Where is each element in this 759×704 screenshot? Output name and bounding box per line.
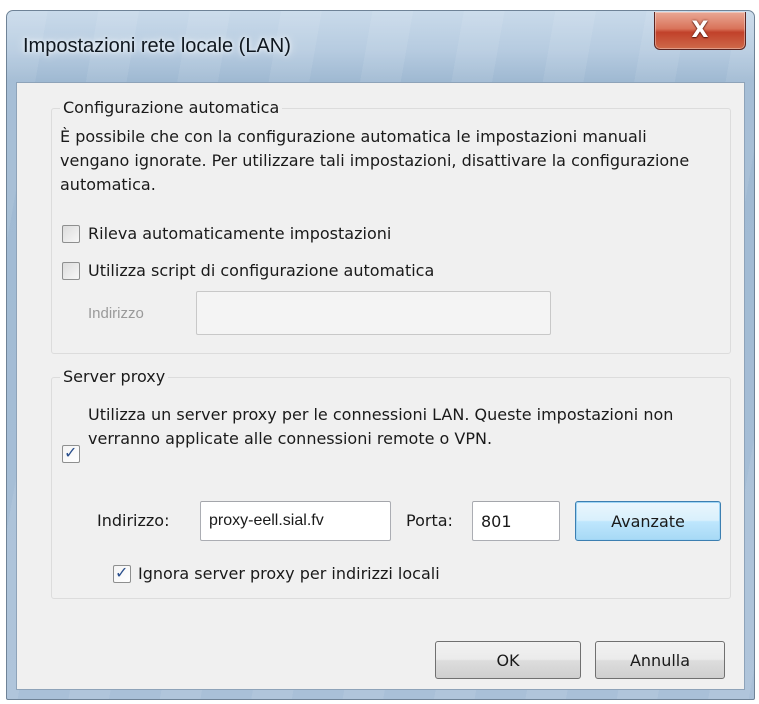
- script-address-input[interactable]: [196, 291, 551, 335]
- detect-settings-label[interactable]: Rileva automaticamente impostazioni: [88, 222, 391, 246]
- use-script-checkbox[interactable]: [62, 262, 80, 280]
- use-script-label[interactable]: Utilizza script di configurazione automa…: [88, 259, 434, 283]
- proxy-port-input[interactable]: 801: [472, 501, 560, 541]
- proxy-address-label: Indirizzo:: [97, 511, 170, 530]
- check-icon: ✓: [64, 443, 78, 462]
- bypass-local-checkbox[interactable]: ✓: [113, 563, 131, 583]
- detect-settings-checkbox[interactable]: [62, 225, 80, 243]
- use-proxy-label[interactable]: Utilizza un server proxy per le connessi…: [88, 403, 708, 451]
- proxy-group-label: Server proxy: [60, 367, 169, 387]
- window-title: Impostazioni rete locale (LAN): [23, 35, 291, 57]
- dialog-content: Configurazione automatica È possibile ch…: [16, 82, 745, 690]
- proxy-address-input[interactable]: proxy-eell.sial.fv: [200, 501, 391, 541]
- check-icon: ✓: [115, 563, 129, 582]
- dialog-window: Impostazioni rete locale (LAN) X Configu…: [6, 10, 755, 700]
- title-bar[interactable]: Impostazioni rete locale (LAN) X: [7, 11, 754, 75]
- close-button[interactable]: X: [654, 12, 746, 50]
- cancel-button[interactable]: Annulla: [595, 641, 725, 679]
- bypass-local-label[interactable]: Ignora server proxy per indirizzi locali: [138, 562, 440, 586]
- ok-button[interactable]: OK: [435, 641, 581, 679]
- use-proxy-checkbox[interactable]: ✓: [62, 443, 80, 463]
- close-icon: X: [691, 17, 709, 43]
- proxy-port-label: Porta:: [406, 511, 453, 530]
- auto-config-group-label: Configurazione automatica: [60, 98, 283, 118]
- advanced-button[interactable]: Avanzate: [575, 501, 721, 541]
- auto-config-description: È possibile che con la configurazione au…: [60, 127, 690, 194]
- script-address-label: Indirizzo: [88, 305, 144, 322]
